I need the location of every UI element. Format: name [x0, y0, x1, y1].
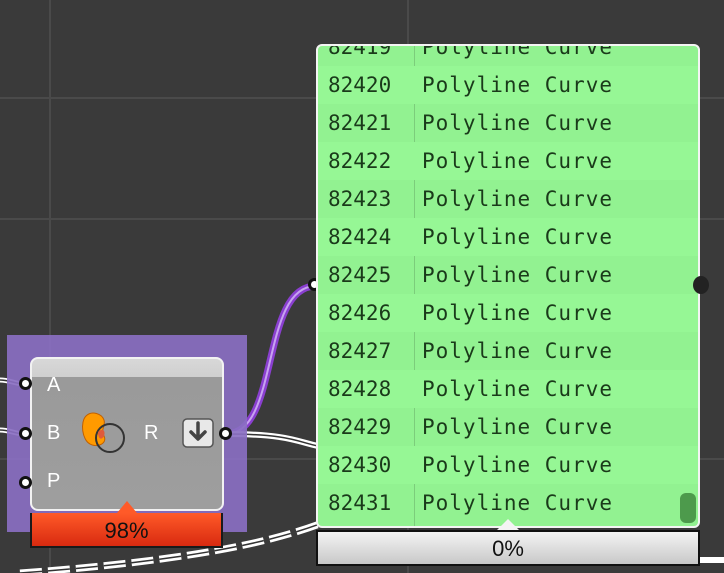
list-item: 82429 Polyline Curve: [318, 408, 698, 446]
input-port-p[interactable]: [19, 476, 32, 489]
list-item: 82431 Polyline Curve: [318, 484, 698, 522]
output-label-r: R: [144, 422, 159, 444]
list-item: 82424 Polyline Curve: [318, 218, 698, 256]
row-value: Polyline Curve: [422, 225, 614, 249]
row-value: Polyline Curve: [422, 301, 614, 325]
row-value: Polyline Curve: [422, 149, 614, 173]
row-index: 82428: [328, 377, 392, 401]
input-port-b[interactable]: [19, 427, 32, 440]
input-port-a[interactable]: [19, 377, 32, 390]
row-index: 82420: [328, 73, 392, 97]
list-item: 82425 Polyline Curve: [318, 256, 698, 294]
input-label-a: A: [47, 374, 61, 396]
row-value: Polyline Curve: [422, 453, 614, 477]
row-index: 82427: [328, 339, 392, 363]
row-index: 82421: [328, 111, 392, 135]
row-index: 82430: [328, 453, 392, 477]
row-index: 82422: [328, 149, 392, 173]
row-value: Polyline Curve: [422, 44, 614, 59]
panel-footer-progress: 0%: [316, 530, 700, 566]
scrollbar-thumb[interactable]: [680, 493, 696, 523]
list-item: 82426 Polyline Curve: [318, 294, 698, 332]
output-port-r[interactable]: [219, 427, 232, 440]
bake-arrow-icon[interactable]: [182, 418, 214, 448]
list-item: 82421 Polyline Curve: [318, 104, 698, 142]
row-value: Polyline Curve: [422, 263, 614, 287]
row-value: Polyline Curve: [422, 111, 614, 135]
row-value: Polyline Curve: [422, 377, 614, 401]
row-index: 82431: [328, 491, 392, 515]
row-index: 82425: [328, 263, 392, 287]
row-value: Polyline Curve: [422, 339, 614, 363]
list-item: 82428 Polyline Curve: [318, 370, 698, 408]
panel-output-port[interactable]: [693, 276, 709, 294]
row-value: Polyline Curve: [422, 187, 614, 211]
progress-notch: [117, 501, 137, 513]
region-intersection-icon: [82, 412, 125, 453]
progress-bar: 98%: [30, 513, 223, 548]
row-value: Polyline Curve: [422, 415, 614, 439]
list-item: 82419 Polyline Curve: [318, 44, 698, 66]
row-index: 82424: [328, 225, 392, 249]
input-label-b: B: [47, 422, 61, 444]
row-value: Polyline Curve: [422, 73, 614, 97]
list-item: 82427 Polyline Curve: [318, 332, 698, 370]
row-value: Polyline Curve: [422, 491, 614, 515]
list-item: 82423 Polyline Curve: [318, 180, 698, 218]
row-index: 82419: [328, 44, 392, 59]
list-item: 82422 Polyline Curve: [318, 142, 698, 180]
row-index: 82423: [328, 187, 392, 211]
panel[interactable]: 82419 Polyline Curve 82420 Polyline Curve …: [316, 44, 700, 528]
row-index: 82429: [328, 415, 392, 439]
input-label-p: P: [47, 470, 61, 492]
list-item: 82420 Polyline Curve: [318, 66, 698, 104]
row-index: 82426: [328, 301, 392, 325]
list-item: 82430 Polyline Curve: [318, 446, 698, 484]
